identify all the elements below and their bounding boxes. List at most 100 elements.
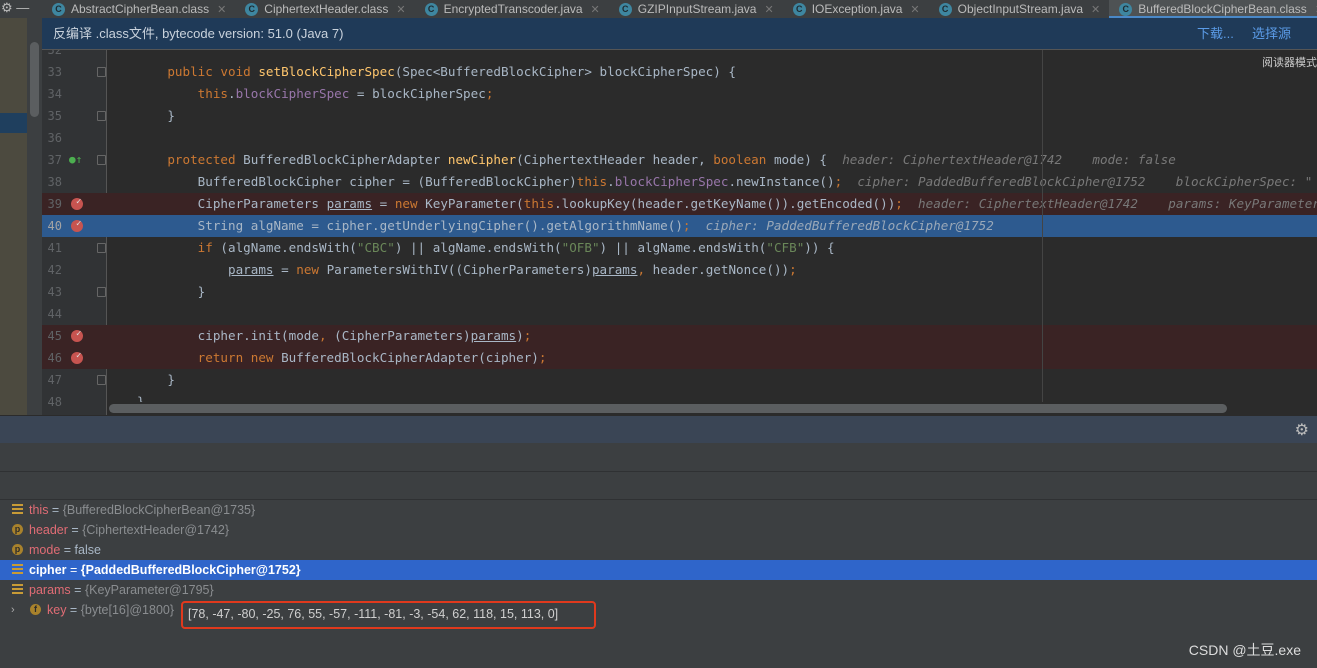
code-token: blockCipherSpec	[614, 174, 729, 189]
code-line[interactable]: 37 ●↑ protected BufferedBlockCipherAdapte…	[42, 149, 1317, 171]
code-text: return new BufferedBlockCipherAdapter(ci…	[137, 347, 547, 369]
variable-row[interactable]: cipher = {PaddedBufferedBlockCipher@1752…	[0, 560, 1317, 580]
close-tab-icon[interactable]: ✕	[217, 3, 226, 16]
gear-icon[interactable]: ⚙	[1295, 420, 1309, 440]
code-token: ;	[538, 350, 547, 365]
close-tab-icon[interactable]: ✕	[396, 3, 405, 16]
code-line[interactable]: 32	[42, 50, 1317, 61]
tab-label: EncryptedTranscoder.java	[443, 2, 583, 16]
override-marker-icon[interactable]: ●↑	[69, 149, 82, 171]
reader-mode-label[interactable]: 阅读器模式	[1262, 54, 1317, 70]
variable-name: mode	[29, 543, 61, 557]
expand-arrow-icon[interactable]: ›	[11, 600, 15, 620]
code-line[interactable]: 44	[42, 303, 1317, 325]
debug-toolbar: ⚙	[0, 415, 1317, 443]
breakpoint-icon[interactable]	[71, 213, 83, 235]
editor-tab[interactable]: CBufferedBlockCipherBean.class✕	[1109, 0, 1317, 18]
code-token: }	[137, 372, 175, 387]
code-token: BufferedBlockCipherAdapter(cipher)	[281, 350, 539, 365]
close-tab-icon[interactable]: ✕	[1091, 3, 1100, 16]
fold-icon[interactable]	[97, 375, 106, 385]
line-number: 35	[47, 109, 62, 123]
editor-tab[interactable]: C GZIPInputStream.java ✕	[609, 0, 783, 18]
code-line[interactable]: 35 }	[42, 105, 1317, 127]
code-text: String algName = cipher.getUnderlyingCip…	[137, 215, 994, 237]
close-tab-icon[interactable]: ✕	[910, 3, 919, 16]
code-token: "OFB"	[561, 240, 600, 255]
code-line[interactable]: 41 if (algName.endsWith("CBC") || algNam…	[42, 237, 1317, 259]
tab-label: ObjectInputStream.java	[957, 2, 1084, 16]
fold-icon[interactable]	[97, 243, 106, 253]
close-tab-icon[interactable]: ✕	[764, 3, 773, 16]
code-line[interactable]: 33 public void setBlockCipherSpec(Spec<B…	[42, 61, 1317, 83]
code-line[interactable]: 38 BufferedBlockCipher cipher = (Buffere…	[42, 171, 1317, 193]
code-editor[interactable]: 32 33 public void setBlockCipherSpec(Spec…	[42, 50, 1317, 415]
variable-row[interactable]: p header = {CiphertextHeader@1742}	[0, 520, 1317, 540]
download-link[interactable]: 下载...	[1197, 18, 1234, 50]
variable-row[interactable]: p mode = false	[0, 540, 1317, 560]
code-token: .newInstance()	[728, 174, 835, 189]
code-token: newCipher	[447, 152, 517, 167]
settings-icon[interactable]: ⚙ —	[0, 0, 42, 18]
breakpoint-icon[interactable]	[71, 345, 83, 367]
code-token: .lookupKey(header.getKeyName()).getEncod…	[554, 196, 896, 211]
line-number: 41	[47, 241, 62, 255]
line-number: 36	[47, 131, 62, 145]
code-text: params = new ParametersWithIV((CipherPar…	[137, 259, 797, 281]
variable-body: cipher = {PaddedBufferedBlockCipher@1752…	[29, 560, 301, 580]
code-line[interactable]: 42 params = new ParametersWithIV((Cipher…	[42, 259, 1317, 281]
fold-icon[interactable]	[97, 111, 106, 121]
breakpoint-icon[interactable]	[71, 191, 83, 213]
parameter-icon: p	[12, 524, 23, 535]
fold-icon[interactable]	[97, 287, 106, 297]
horizontal-scrollbar[interactable]	[107, 402, 1317, 415]
code-token: ) || algName.endsWith(	[599, 240, 767, 255]
code-line[interactable]: 40 String algName = cipher.getUnderlying…	[42, 213, 1317, 237]
code-token: new	[394, 196, 426, 211]
fold-icon[interactable]	[97, 155, 106, 165]
code-line[interactable]: 47 }	[42, 369, 1317, 391]
class-file-icon: C	[52, 2, 65, 16]
editor-tab[interactable]: C AbstractCipherBean.class ✕	[42, 0, 235, 18]
code-line[interactable]: 45 cipher.init(mode, (CipherParameters)p…	[42, 323, 1317, 347]
line-number: 40	[47, 219, 62, 233]
code-text: BufferedBlockCipher cipher = (BufferedBl…	[137, 171, 1313, 193]
tab-label: CiphertextHeader.class	[264, 2, 389, 16]
editor-tab[interactable]: C EncryptedTranscoder.java ✕	[415, 0, 609, 18]
editor-tab[interactable]: C CiphertextHeader.class ✕	[235, 0, 414, 18]
variables-panel: this = {BufferedBlockCipherBean@1735} p he…	[0, 443, 1317, 668]
fold-icon[interactable]	[97, 67, 106, 77]
code-token: ,	[318, 328, 335, 343]
inline-debug-hint: cipher: PaddedBufferedBlockCipher@1752	[690, 218, 994, 233]
sidebar-selected-item[interactable]	[0, 113, 27, 133]
code-line[interactable]: 36	[42, 127, 1317, 149]
code-token: = blockCipherSpec	[349, 86, 486, 101]
code-token: params	[470, 328, 517, 343]
line-number: 33	[47, 65, 62, 79]
code-token: if	[137, 240, 221, 255]
key-bytes-highlight: [78, -47, -80, -25, 76, 55, -57, -111, -…	[181, 601, 596, 629]
code-line[interactable]: 46 return new BufferedBlockCipherAdapter…	[42, 345, 1317, 369]
editor-tab[interactable]: C IOException.java ✕	[783, 0, 929, 18]
code-line[interactable]: 39 CipherParameters params = new KeyPara…	[42, 191, 1317, 215]
line-number: 43	[47, 285, 62, 299]
tab-label: IOException.java	[811, 2, 903, 16]
variable-row[interactable]: params = {KeyParameter@1795}	[0, 580, 1317, 600]
code-token: String algName = cipher.getUnderlyingCip…	[137, 218, 683, 233]
close-tab-icon[interactable]: ✕	[591, 3, 600, 16]
editor-tab[interactable]: C ObjectInputStream.java ✕	[929, 0, 1110, 18]
line-number: 34	[47, 87, 62, 101]
breakpoint-icon[interactable]	[71, 323, 83, 345]
code-token: setBlockCipherSpec	[258, 64, 395, 79]
variable-name: header	[29, 523, 68, 537]
code-text: if (algName.endsWith("CBC") || algName.e…	[137, 237, 835, 259]
variable-body: this = {BufferedBlockCipherBean@1735}	[29, 500, 255, 520]
class-file-icon: C	[792, 2, 806, 16]
code-line[interactable]: 34 this.blockCipherSpec = blockCipherSpe…	[42, 83, 1317, 105]
sidebar-scrollbar[interactable]	[27, 18, 42, 415]
variable-row[interactable]: this = {BufferedBlockCipherBean@1735}	[0, 500, 1317, 520]
code-token: header.getNonce())	[652, 262, 790, 277]
code-line[interactable]: 43 }	[42, 281, 1317, 303]
code-token: BufferedBlockCipher cipher = (BufferedBl…	[137, 174, 577, 189]
